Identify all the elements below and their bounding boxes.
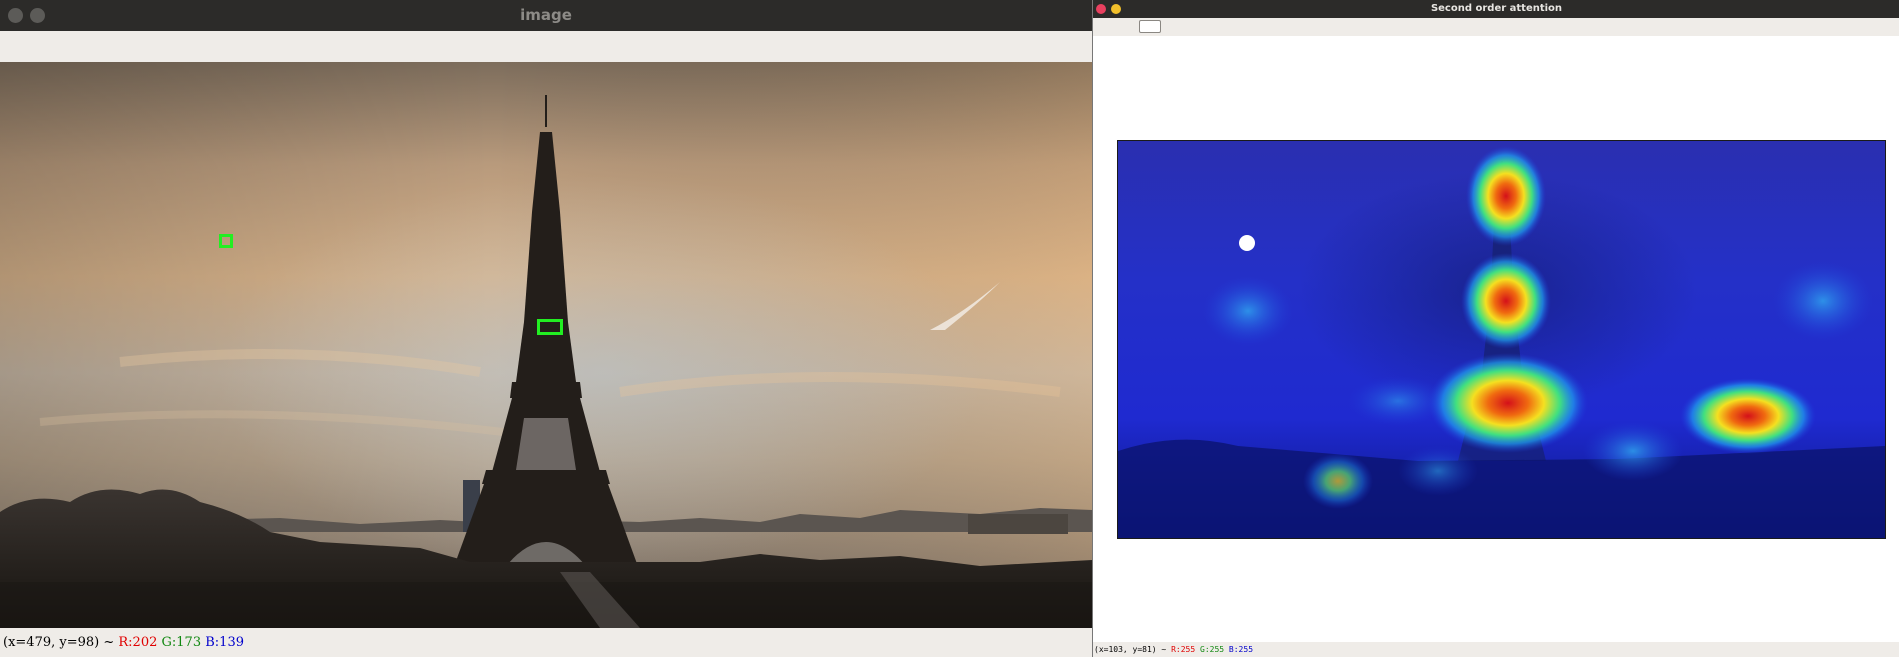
toolbar-button[interactable] (1139, 20, 1161, 33)
query-point-marker (1239, 235, 1255, 251)
blue-value: B:139 (205, 635, 244, 650)
attention-heatmap (1117, 140, 1886, 539)
cursor-coordinates: (x=479, y=98) ~ (3, 635, 115, 650)
red-value: R:255 (1171, 645, 1196, 654)
window-title: image (520, 6, 572, 24)
pixel-info-statusbar: (x=103, y=81) ~ R:255 G:255 B:255 (1093, 642, 1899, 657)
attention-window-titlebar[interactable]: Second order attention (1093, 0, 1899, 18)
image-canvas[interactable] (0, 62, 1092, 628)
image-window-titlebar[interactable]: image (0, 0, 1092, 31)
red-value: R:202 (118, 635, 158, 650)
attention-canvas[interactable] (1093, 36, 1899, 642)
window-title: Second order attention (1430, 3, 1563, 14)
blue-value: B:255 (1228, 645, 1254, 654)
eiffel-tower-photo (0, 62, 1092, 628)
green-value: G:255 (1200, 645, 1225, 654)
cursor-coordinates: (x=103, y=81) ~ (1094, 645, 1167, 654)
image-window: image (x=479, y=98) ~ R:202 G:173 B:139 (0, 0, 1092, 657)
heatmap-image (1118, 141, 1885, 538)
image-window-toolbar (0, 31, 1092, 63)
green-marker (537, 319, 563, 335)
green-value: G:173 (161, 635, 202, 650)
pixel-info-statusbar: (x=479, y=98) ~ R:202 G:173 B:139 (0, 628, 1092, 657)
attention-window: Second order attention (x=103, y=81) ~ R… (1092, 0, 1899, 657)
green-marker (219, 234, 233, 248)
attention-window-toolbar (1093, 18, 1899, 36)
